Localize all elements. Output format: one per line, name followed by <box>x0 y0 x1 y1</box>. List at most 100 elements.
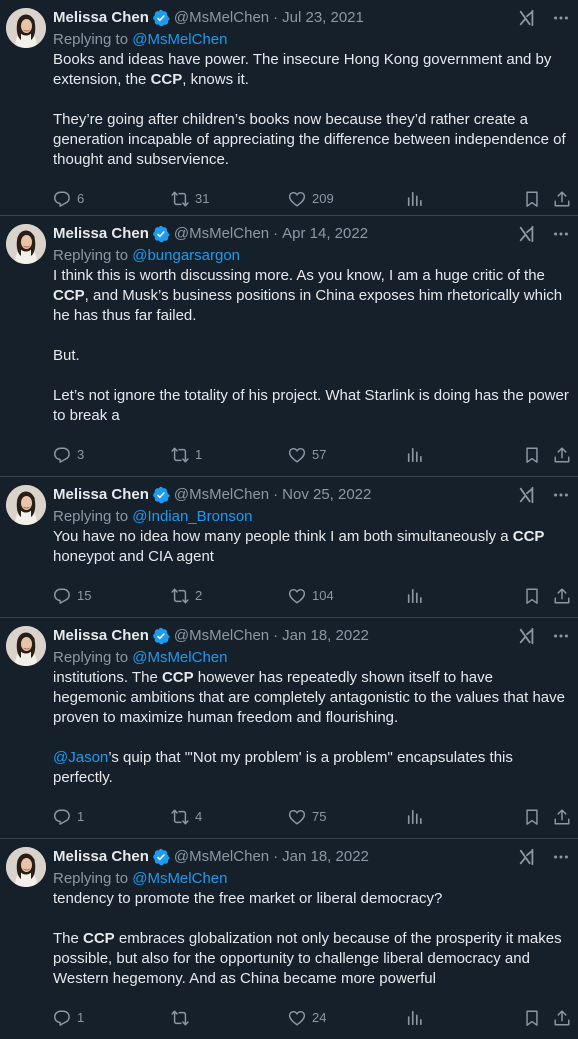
more-icon[interactable] <box>552 486 570 504</box>
avatar[interactable] <box>6 626 46 666</box>
views-icon <box>406 446 424 464</box>
like-button[interactable]: 24 <box>288 1009 326 1027</box>
reply-button[interactable]: 6 <box>53 190 84 208</box>
share-button[interactable] <box>553 587 571 605</box>
like-icon <box>288 587 306 605</box>
share-button[interactable] <box>553 1009 571 1027</box>
avatar[interactable] <box>6 485 46 525</box>
tweet-date[interactable]: Jan 18, 2022 <box>282 847 369 867</box>
grok-icon[interactable] <box>518 848 536 866</box>
more-icon[interactable] <box>552 225 570 243</box>
tweet-text: You have no idea how many people think I… <box>53 528 545 565</box>
grok-icon[interactable] <box>518 225 536 243</box>
reply-button[interactable]: 1 <box>53 808 84 826</box>
retweet-button[interactable] <box>171 1009 195 1027</box>
retweet-button[interactable]: 1 <box>171 446 202 464</box>
views-button[interactable] <box>406 587 424 605</box>
avatar[interactable] <box>6 224 46 264</box>
bookmark-button[interactable] <box>523 1009 541 1027</box>
views-icon <box>406 190 424 208</box>
grok-icon[interactable] <box>518 627 536 645</box>
views-button[interactable] <box>406 1009 424 1027</box>
views-icon <box>406 808 424 826</box>
bookmark-button[interactable] <box>523 190 541 208</box>
bookmark-icon <box>523 1009 541 1027</box>
retweet-button[interactable]: 31 <box>171 190 209 208</box>
share-button[interactable] <box>553 190 571 208</box>
like-icon <box>288 446 306 464</box>
more-icon[interactable] <box>552 9 570 27</box>
bookmark-button[interactable] <box>523 587 541 605</box>
like-button[interactable]: 75 <box>288 808 326 826</box>
views-button[interactable] <box>406 190 424 208</box>
share-button[interactable] <box>553 808 571 826</box>
verified-badge-icon <box>152 9 170 27</box>
tweet-date[interactable]: Jan 18, 2022 <box>282 626 369 646</box>
tweet-actions: 1 24 <box>53 999 570 1039</box>
tweet-header: Melissa Chen @MsMelChen · Nov 25, 2022 <box>53 485 372 505</box>
retweet-button[interactable]: 2 <box>171 587 202 605</box>
views-button[interactable] <box>406 446 424 464</box>
bookmark-icon <box>523 190 541 208</box>
reply-icon <box>53 587 71 605</box>
tweet-date[interactable]: Apr 14, 2022 <box>282 224 368 244</box>
replying-to-mention[interactable]: @bungarsargon <box>132 247 240 264</box>
share-button[interactable] <box>553 446 571 464</box>
replying-to-mention[interactable]: @MsMelChen <box>132 649 227 666</box>
like-button[interactable]: 209 <box>288 190 334 208</box>
author-name[interactable]: Melissa Chen <box>53 485 149 505</box>
retweet-count: 4 <box>195 809 203 824</box>
reply-count: 1 <box>77 809 85 824</box>
replying-to: Replying to @MsMelChen <box>53 870 228 887</box>
author-name[interactable]: Melissa Chen <box>53 8 149 28</box>
tweet[interactable]: Melissa Chen @MsMelChen · Nov 25, 2022 R… <box>0 477 578 618</box>
reply-icon <box>53 446 71 464</box>
bookmark-icon <box>523 587 541 605</box>
avatar[interactable] <box>6 8 46 48</box>
reply-button[interactable]: 3 <box>53 446 84 464</box>
bookmark-button[interactable] <box>523 446 541 464</box>
views-button[interactable] <box>406 808 424 826</box>
tweet[interactable]: Melissa Chen @MsMelChen · Jan 18, 2022 R… <box>0 839 578 1039</box>
share-icon <box>553 1009 571 1027</box>
author-handle[interactable]: @MsMelChen <box>174 224 269 244</box>
tweet-text: tendency to promote the free market or l… <box>53 890 562 987</box>
author-name[interactable]: Melissa Chen <box>53 847 149 867</box>
reply-button[interactable]: 1 <box>53 1009 84 1027</box>
author-handle[interactable]: @MsMelChen <box>174 847 269 867</box>
tweet[interactable]: Melissa Chen @MsMelChen · Jan 18, 2022 R… <box>0 618 578 839</box>
share-icon <box>553 190 571 208</box>
replying-to-mention[interactable]: @MsMelChen <box>132 31 227 48</box>
share-icon <box>553 808 571 826</box>
retweet-icon <box>171 446 189 464</box>
replying-to-mention[interactable]: @MsMelChen <box>132 870 227 887</box>
mention-link[interactable]: @Jason <box>53 749 108 766</box>
retweet-count: 2 <box>195 588 203 603</box>
tweet[interactable]: Melissa Chen @MsMelChen · Jul 23, 2021 R… <box>0 0 578 216</box>
author-handle[interactable]: @MsMelChen <box>174 8 269 28</box>
retweet-button[interactable]: 4 <box>171 808 202 826</box>
verified-badge-icon <box>152 627 170 645</box>
more-icon[interactable] <box>552 848 570 866</box>
replying-to-mention[interactable]: @Indian_Bronson <box>132 508 252 525</box>
reply-button[interactable]: 15 <box>53 587 91 605</box>
bookmark-button[interactable] <box>523 808 541 826</box>
views-icon <box>406 587 424 605</box>
grok-icon[interactable] <box>518 486 536 504</box>
avatar[interactable] <box>6 847 46 887</box>
author-handle[interactable]: @MsMelChen <box>174 626 269 646</box>
tweet-date[interactable]: Jul 23, 2021 <box>282 8 364 28</box>
tweet-header: Melissa Chen @MsMelChen · Jan 18, 2022 <box>53 847 369 867</box>
author-name[interactable]: Melissa Chen <box>53 626 149 646</box>
like-button[interactable]: 104 <box>288 587 334 605</box>
tweet-date[interactable]: Nov 25, 2022 <box>282 485 371 505</box>
author-name[interactable]: Melissa Chen <box>53 224 149 244</box>
views-icon <box>406 1009 424 1027</box>
grok-icon[interactable] <box>518 9 536 27</box>
bookmark-icon <box>523 446 541 464</box>
like-button[interactable]: 57 <box>288 446 326 464</box>
tweet[interactable]: Melissa Chen @MsMelChen · Apr 14, 2022 R… <box>0 216 578 477</box>
more-icon[interactable] <box>552 627 570 645</box>
author-handle[interactable]: @MsMelChen <box>174 485 269 505</box>
like-count: 75 <box>312 809 327 824</box>
